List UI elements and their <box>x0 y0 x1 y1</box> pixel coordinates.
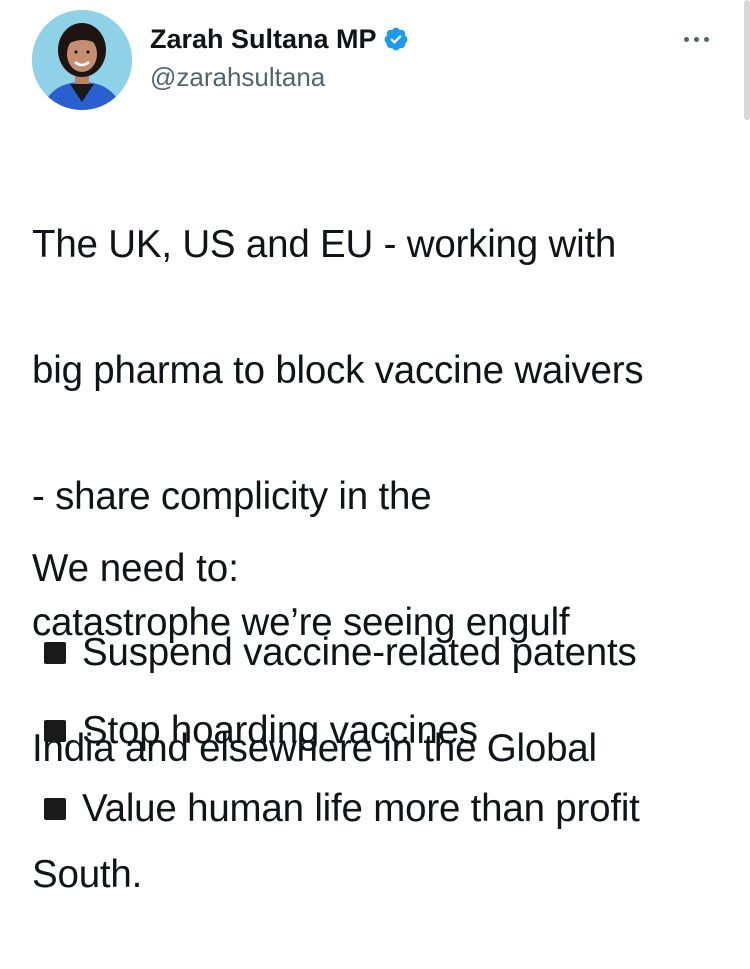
list-item-text: Suspend vaccine-related patents <box>82 631 637 674</box>
list-item: Suspend vaccine-related patents <box>44 614 640 692</box>
black-square-bullet-icon <box>44 720 66 742</box>
scrollbar[interactable] <box>744 0 750 120</box>
list-item: Stop hoarding vaccines <box>44 692 640 770</box>
more-options-button[interactable] <box>676 24 716 54</box>
author-handle[interactable]: @zarahsultana <box>150 62 409 93</box>
tweet-text-line: The UK, US and EU - working with <box>32 223 617 266</box>
display-name[interactable]: Zarah Sultana MP <box>150 24 377 55</box>
tweet-text-line: big pharma to block vaccine waivers <box>32 349 644 392</box>
name-row: Zarah Sultana MP <box>150 20 409 58</box>
tweet-text-line: - share complicity in the <box>32 475 432 518</box>
more-dot-icon <box>693 36 699 42</box>
tweet-intro: We need to: <box>32 547 239 590</box>
black-square-bullet-icon <box>44 798 66 820</box>
tweet: Zarah Sultana MP @zarahsultana The UK, U… <box>0 0 750 896</box>
profile-photo-icon <box>32 10 132 110</box>
avatar[interactable] <box>32 10 132 110</box>
more-dot-icon <box>683 36 689 42</box>
demands-list: Suspend vaccine-related patents Stop hoa… <box>44 614 640 848</box>
tweet-text-line: South. <box>32 853 143 896</box>
list-item: Value human life more than profit <box>44 770 640 848</box>
black-square-bullet-icon <box>44 642 66 664</box>
author-info: Zarah Sultana MP @zarahsultana <box>150 20 409 93</box>
list-item-text: Stop hoarding vaccines <box>82 709 478 752</box>
list-item-text: Value human life more than profit <box>82 787 640 830</box>
tweet-header: Zarah Sultana MP @zarahsultana <box>32 10 722 110</box>
more-dot-icon <box>703 36 709 42</box>
verified-badge-icon <box>383 26 409 52</box>
